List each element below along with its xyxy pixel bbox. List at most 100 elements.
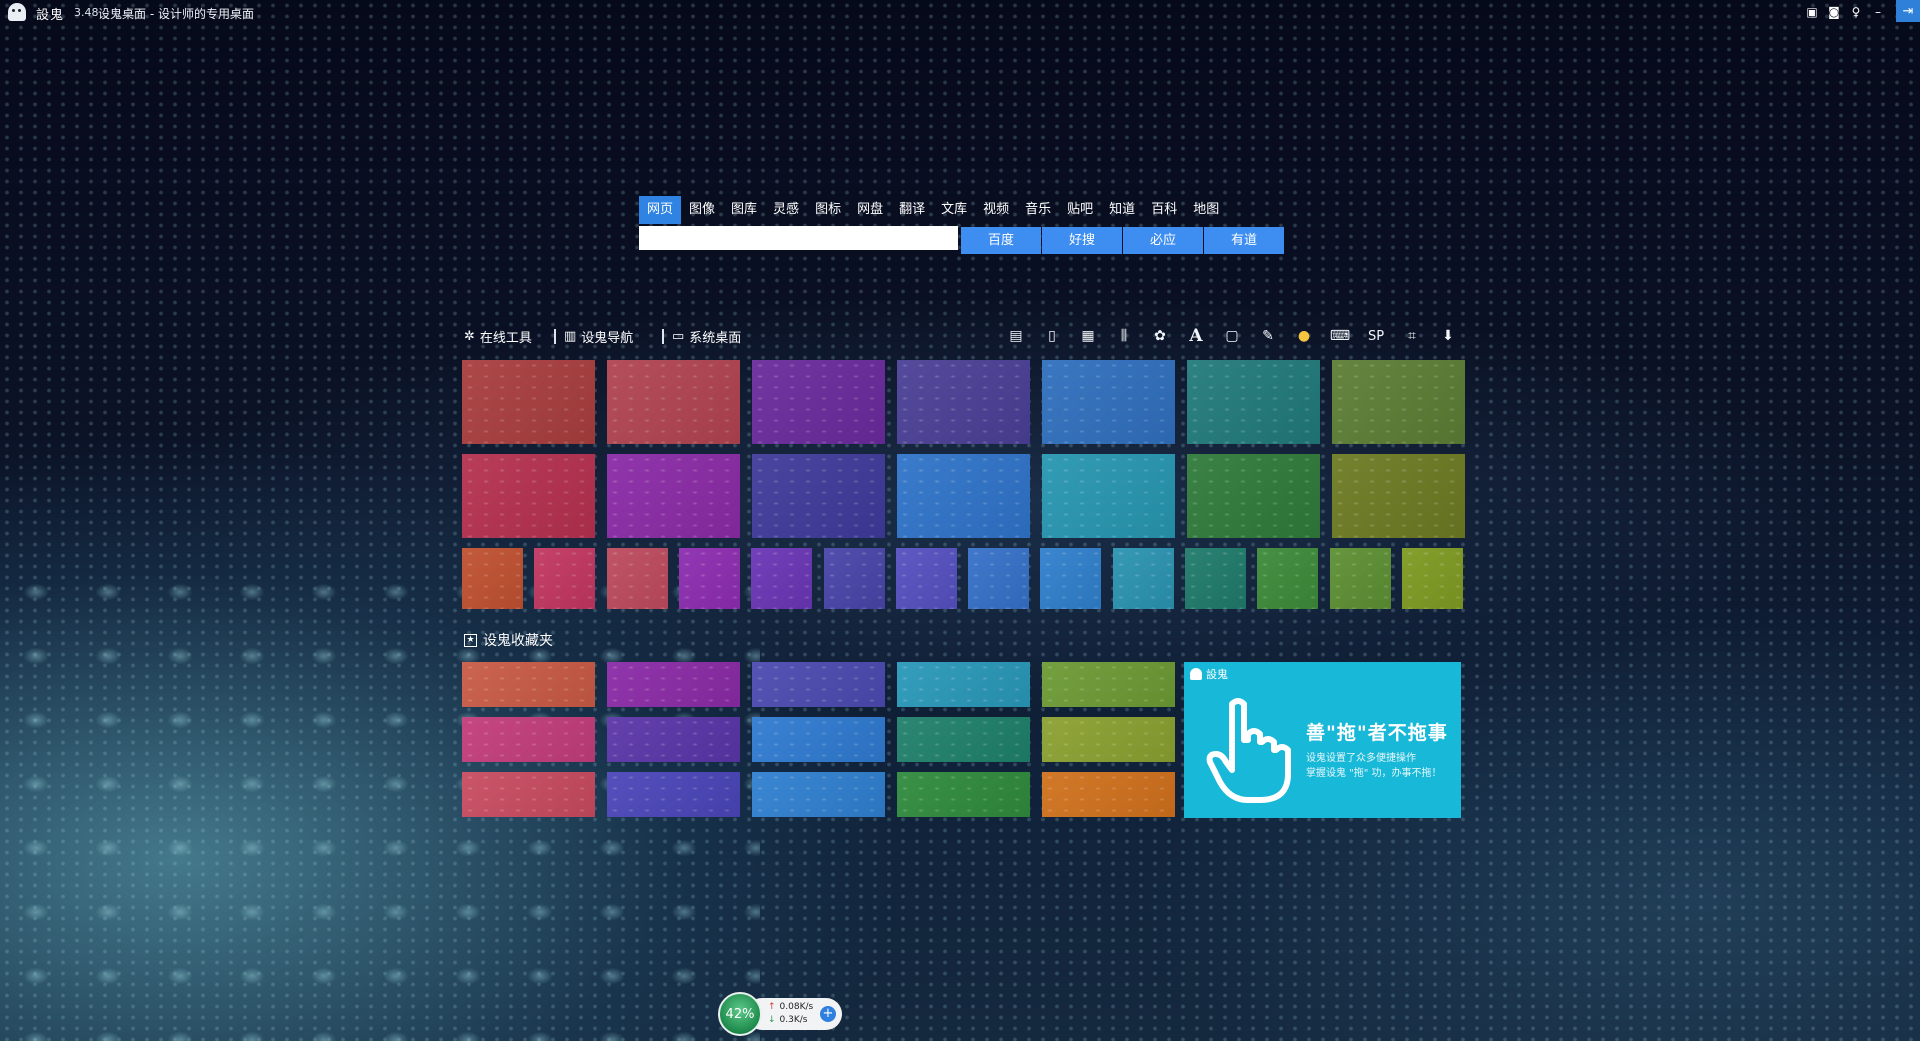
app-tile[interactable] — [1187, 454, 1320, 538]
promo-line-2: 掌握设鬼 "拖" 功，办事不拖！ — [1306, 768, 1442, 779]
favorite-tile[interactable] — [607, 662, 740, 707]
palette-icon[interactable]: ✿ — [1147, 325, 1173, 347]
app-tile[interactable] — [1187, 360, 1320, 444]
favorites-header: ★ 设鬼收藏夹 — [464, 630, 553, 650]
add-icon[interactable]: + — [820, 1006, 836, 1022]
download-icon[interactable]: ⬇ — [1435, 325, 1461, 347]
search-tab[interactable]: 视频 — [975, 196, 1017, 224]
app-tile[interactable] — [752, 360, 885, 444]
search-tab[interactable]: 知道 — [1101, 196, 1143, 224]
favorite-tile[interactable] — [1042, 717, 1175, 762]
ghost-logo-icon — [1190, 668, 1202, 680]
color-picker-icon[interactable]: ✎ — [1255, 325, 1281, 347]
app-tile[interactable] — [678, 548, 740, 609]
search-tab[interactable]: 翻译 — [891, 196, 933, 224]
search-engine-button[interactable]: 百度 — [961, 227, 1041, 254]
tool-icons: ▤ ▯ ▦ ⫼ ✿ A ▢ ✎ ● ⌨ SP ⌗ ⬇ — [1003, 325, 1461, 347]
app-tile[interactable] — [968, 548, 1030, 609]
skin-icon[interactable]: ▣ — [1804, 4, 1820, 20]
app-tile[interactable] — [1332, 360, 1465, 444]
search-tab[interactable]: 图标 — [807, 196, 849, 224]
app-tile[interactable] — [1042, 360, 1175, 444]
search-input[interactable] — [639, 226, 958, 250]
favorite-tile[interactable] — [1042, 662, 1175, 707]
app-tile[interactable] — [462, 548, 523, 609]
app-tile[interactable] — [897, 454, 1030, 538]
color-wheel-icon[interactable]: ● — [1291, 325, 1317, 347]
memo-icon[interactable]: ▯ — [1039, 325, 1065, 347]
window-controls: ▣ ◙ ♀ – — [1804, 2, 1886, 22]
note-icon[interactable]: ▢ — [1219, 325, 1245, 347]
download-value: 0.3K/s — [779, 1015, 808, 1025]
exit-icon[interactable]: ⇥ — [1896, 0, 1920, 22]
app-tile[interactable] — [1257, 548, 1319, 609]
sp-icon[interactable]: SP — [1363, 325, 1389, 347]
app-tile[interactable] — [751, 548, 813, 609]
minimize-icon[interactable]: – — [1870, 4, 1886, 20]
search-tab[interactable]: 百科 — [1143, 196, 1185, 224]
keyboard-icon[interactable]: ⌨ — [1327, 325, 1353, 347]
promo-banner[interactable]: 設鬼 善"拖"者不拖事 设鬼设置了众多便捷操作 掌握设鬼 "拖" 功，办事不拖！ — [1184, 662, 1461, 818]
favorite-tile[interactable] — [752, 662, 885, 707]
favorite-tile[interactable] — [897, 717, 1030, 762]
search-tab[interactable]: 图像 — [681, 196, 723, 224]
favorite-tile[interactable] — [752, 772, 885, 817]
favorite-tile[interactable] — [897, 772, 1030, 817]
font-icon[interactable]: A — [1183, 325, 1209, 347]
search-engine-button[interactable]: 必应 — [1123, 227, 1203, 254]
online-tools-label: 在线工具 — [479, 331, 532, 346]
search-engine-button[interactable]: 好搜 — [1042, 227, 1122, 254]
app-tile[interactable] — [1329, 548, 1391, 609]
favorite-tile[interactable] — [1042, 772, 1175, 817]
app-tile[interactable] — [897, 360, 1030, 444]
aperture-icon: ✲ — [464, 329, 475, 344]
ghost-menu-icon[interactable]: ◙ — [1826, 4, 1842, 20]
favorite-tile[interactable] — [462, 717, 595, 762]
bulb-icon[interactable]: ♀ — [1848, 4, 1864, 20]
app-title: 设鬼桌面 - 设计师的专用桌面 — [98, 7, 254, 21]
app-tile[interactable] — [607, 360, 740, 444]
favorite-tile[interactable] — [607, 717, 740, 762]
app-tile[interactable] — [534, 548, 596, 609]
crop-icon[interactable]: ⌗ — [1399, 325, 1425, 347]
online-tools-link[interactable]: ✲ 在线工具 — [464, 327, 532, 346]
app-tile[interactable] — [1042, 454, 1175, 538]
search-tab[interactable]: 灵感 — [765, 196, 807, 224]
search-tab[interactable]: 贴吧 — [1059, 196, 1101, 224]
usage-ball[interactable]: 42% — [718, 992, 762, 1036]
favorite-tile[interactable] — [897, 662, 1030, 707]
search-tab[interactable]: 网盘 — [849, 196, 891, 224]
app-tile[interactable] — [1185, 548, 1246, 609]
search-tab[interactable]: 文库 — [933, 196, 975, 224]
app-tile[interactable] — [462, 454, 595, 538]
monitor-icon: ▭ — [672, 329, 685, 344]
nav-link[interactable]: ▥ 设鬼导航 — [564, 327, 633, 346]
app-tile[interactable] — [1332, 454, 1465, 538]
search-tab[interactable]: 网页 — [639, 196, 682, 224]
app-tile[interactable] — [462, 360, 595, 444]
desktop-link[interactable]: ▭ 系统桌面 — [672, 327, 741, 346]
app-tile[interactable] — [752, 454, 885, 538]
app-tile[interactable] — [1401, 548, 1463, 609]
notepad-icon[interactable]: ▤ — [1003, 325, 1029, 347]
app-tile[interactable] — [1040, 548, 1102, 609]
network-widget[interactable]: 42% ↑ 0.08K/s ↓ 0.3K/s + — [718, 992, 844, 1036]
calculator-icon[interactable]: ▦ — [1075, 325, 1101, 347]
app-tile[interactable] — [606, 548, 668, 609]
favorites-label: 设鬼收藏夹 — [483, 633, 553, 649]
favorite-tile[interactable] — [607, 772, 740, 817]
favorite-tile[interactable] — [462, 772, 595, 817]
search-tab[interactable]: 图库 — [723, 196, 765, 224]
app-tile[interactable] — [1112, 548, 1174, 609]
search-engine-button[interactable]: 有道 — [1204, 227, 1284, 254]
search-tab[interactable]: 地图 — [1185, 196, 1227, 224]
equalizer-icon[interactable]: ⫼ — [1111, 325, 1137, 347]
app-tile[interactable] — [895, 548, 957, 609]
search-engines: 百度 好搜 必应 有道 — [961, 227, 1284, 254]
app-tile[interactable] — [823, 548, 885, 609]
promo-logo: 設鬼 — [1190, 666, 1228, 682]
favorite-tile[interactable] — [462, 662, 595, 707]
search-tab[interactable]: 音乐 — [1017, 196, 1059, 224]
app-tile[interactable] — [607, 454, 740, 538]
favorite-tile[interactable] — [752, 717, 885, 762]
